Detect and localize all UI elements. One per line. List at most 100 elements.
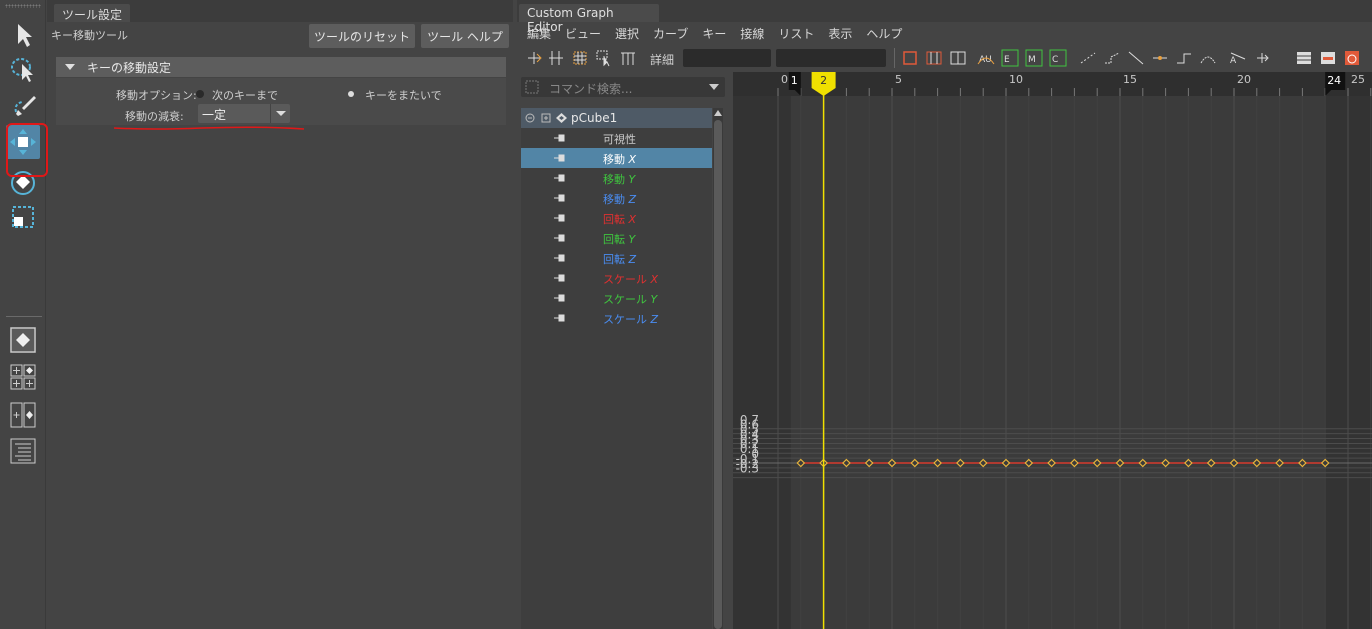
step-line-icon[interactable] [1175,49,1193,67]
frame-all-icon[interactable] [901,49,919,67]
out-of-range-shade-right [1325,72,1372,629]
linear-line-icon[interactable] [1127,49,1145,67]
graph-view[interactable]: 0.7 0.6 0.5 0.4 0.3 0.2 0.1 0 -0.1 -0.2 -0.3 0 5 10 15… [733,72,1372,629]
chevron-down-icon[interactable] [709,84,719,90]
channel-plug-icon [554,154,565,162]
tool-help-button[interactable]: ツール ヘルプ [421,24,509,48]
expand-plus-icon[interactable] [541,113,551,123]
paint-tool-button[interactable] [6,88,40,122]
attribute-row[interactable]: 移動 Z [521,188,712,208]
graph-editor-tabbar: Custom Graph Editor [517,0,1372,34]
move-key-settings-header[interactable]: キーの移動設定 [56,57,506,77]
attribute-row[interactable]: 可視性 [521,128,712,148]
time-editor-icon[interactable] [1343,49,1361,67]
channel-plug-icon [554,174,565,182]
scrollbar-thumb[interactable] [714,120,722,629]
auto-tangent-icon[interactable]: AU [977,49,995,67]
dope-sheet-icon[interactable] [1295,49,1313,67]
search-input[interactable]: コマンド検索... [549,80,632,97]
tool-settings-panel: ツール設定 キー移動ツール ツールのリセット ツール ヘルプ キーの移動設定 移… [47,0,513,629]
collapse-minus-icon[interactable] [525,113,535,123]
attribute-row[interactable]: 回転 Z [521,248,712,268]
select-tool-button[interactable] [6,18,40,52]
menu-select[interactable]: 選択 [615,25,639,42]
outliner-layout-button[interactable] [8,436,38,466]
attribute-base-name: スケール [603,273,647,286]
ruler-tick-label: 0 [781,73,788,86]
frame-playback-range-icon[interactable] [925,49,943,67]
menu-keys[interactable]: キー [702,25,726,42]
attribute-label: スケール Y [603,291,657,307]
attribute-axis: Y [625,233,636,246]
menu-curves[interactable]: カーブ [653,25,688,42]
attribute-row[interactable]: スケール Y [521,288,712,308]
attribute-axis: Z [625,193,637,206]
scroll-up-arrow-icon[interactable] [714,110,722,116]
attribute-base-name: 回転 [603,233,625,246]
attribute-row[interactable]: 回転 X [521,208,712,228]
attribute-axis: Z [625,253,637,266]
single-pane-layout-button[interactable] [8,325,38,355]
key-value-field[interactable] [776,49,886,67]
scale-tool-button[interactable] [6,200,40,234]
menu-help[interactable]: ヘルプ [866,25,902,42]
flat-line-icon[interactable] [1151,49,1169,67]
trax-editor-icon[interactable] [1319,49,1337,67]
four-pane-layout-button[interactable] [8,362,38,392]
attribute-axis: X [647,273,659,286]
tool-name-label: キー移動ツール [51,29,128,42]
menu-list[interactable]: リスト [778,25,814,42]
graph-canvas[interactable]: 0.70.60.50.40.30.20.10-0.1-0.2-0.30 5 10 15… [733,72,1372,629]
graph-editor-menubar: 編集 ビュー 選択 カーブ キー 接線 リスト 表示 ヘルプ [517,22,1372,44]
toolbox-grip[interactable] [5,4,41,8]
region-select-icon[interactable] [595,49,613,67]
svg-text:E: E [1004,55,1010,65]
attribute-base-name: 回転 [603,253,625,266]
menu-view[interactable]: ビュー [565,25,601,42]
linear-tangent-icon[interactable]: C [1049,49,1067,67]
attribute-axis: X [625,153,637,166]
attribute-row[interactable]: 回転 Y [521,228,712,248]
attribute-base-name: 回転 [603,213,625,226]
attribute-row[interactable]: 移動 Y [521,168,712,188]
two-pane-layout-button[interactable] [8,400,38,430]
search-filter-icon [525,80,539,94]
center-current-time-icon[interactable] [949,49,967,67]
break-tangent-icon[interactable]: A [1229,49,1247,67]
command-search-bar[interactable]: コマンド検索... [521,77,725,97]
menu-edit[interactable]: 編集 [527,25,551,42]
arrow-cursor-icon [18,24,32,47]
retime-tool-icon[interactable] [619,49,637,67]
graph-editor-tab[interactable]: Custom Graph Editor [519,4,659,34]
outliner-node-row[interactable]: pCube1 [521,108,712,128]
lattice-deform-icon[interactable] [571,49,589,67]
attribute-row[interactable]: スケール Z [521,308,712,328]
attribute-base-name: 移動 [603,153,625,166]
over-keys-radio[interactable] [348,91,354,97]
spline-tangent-icon[interactable]: E [1001,49,1019,67]
time-value-field[interactable] [683,49,771,67]
next-key-radio[interactable] [196,90,204,98]
attribute-row[interactable]: スケール X [521,268,712,288]
plateau-line-icon[interactable] [1199,49,1217,67]
reset-tool-button[interactable]: ツールのリセット [309,24,415,48]
insert-keys-icon[interactable] [547,49,565,67]
range-start-label: 1 [791,74,798,87]
menu-tangents[interactable]: 接線 [740,25,764,42]
menu-show[interactable]: 表示 [828,25,852,42]
flat-tangent-icon[interactable] [1079,49,1097,67]
clamped-tangent-icon[interactable]: M [1025,49,1043,67]
move-nearest-key-icon[interactable] [525,49,543,67]
step-tangent-icon[interactable] [1103,49,1121,67]
attribute-axis: X [625,213,637,226]
attribute-label: スケール X [603,271,658,287]
annotation-highlight-box [6,123,48,177]
lasso-tool-button[interactable] [6,52,40,86]
unify-tangent-icon[interactable] [1253,49,1271,67]
graph-background [733,72,1372,629]
attribute-base-name: 可視性 [603,133,636,146]
outliner-scrollbar[interactable] [713,108,723,629]
attribute-label: 回転 Y [603,231,635,247]
attribute-row[interactable]: 移動 X [521,148,712,168]
tool-settings-tab[interactable]: ツール設定 [54,4,131,22]
